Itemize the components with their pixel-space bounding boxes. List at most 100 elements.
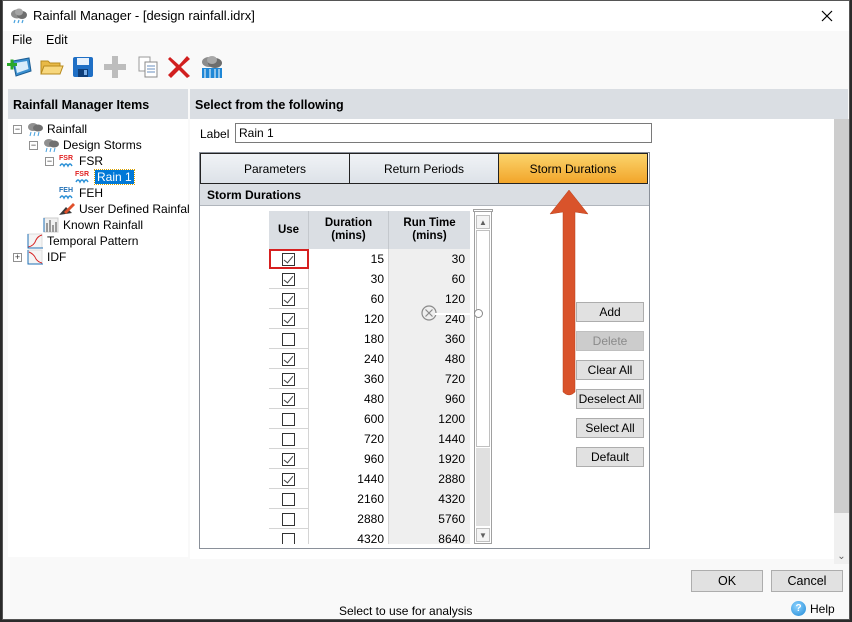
tree-node-idf[interactable]: + IDF [13, 249, 66, 265]
table-row[interactable]: 15 30 [269, 249, 470, 269]
table-row[interactable]: 600 1200 [269, 409, 470, 429]
tab-parameters[interactable]: Parameters [200, 153, 350, 184]
panel-scrollbar[interactable]: ⌄ [834, 119, 849, 564]
use-cell[interactable] [269, 249, 309, 269]
use-checkbox[interactable] [282, 272, 295, 286]
close-button[interactable] [807, 1, 847, 31]
use-checkbox[interactable] [282, 492, 295, 506]
table-row[interactable]: 30 60 [269, 269, 470, 289]
use-checkbox[interactable] [282, 472, 295, 486]
use-cell[interactable] [269, 449, 309, 469]
table-row[interactable]: 4320 8640 [269, 529, 470, 544]
table-row[interactable]: 1440 2880 [269, 469, 470, 489]
expand-icon[interactable]: + [13, 252, 22, 262]
add-button[interactable]: Add [576, 302, 644, 322]
scroll-down-button[interactable]: ▼ [476, 528, 490, 542]
collapse-icon[interactable]: − [13, 124, 22, 134]
use-cell[interactable] [269, 369, 309, 389]
table-row[interactable]: 720 1440 [269, 429, 470, 449]
table-row[interactable]: 60 120 [269, 289, 470, 309]
use-checkbox[interactable] [282, 372, 295, 386]
add-button[interactable] [101, 53, 129, 81]
column-header-duration[interactable]: Duration (mins) [309, 211, 389, 249]
tab-return-periods[interactable]: Return Periods [349, 153, 499, 184]
table-row[interactable]: 360 720 [269, 369, 470, 389]
use-cell[interactable] [269, 469, 309, 489]
save-button[interactable] [69, 53, 97, 81]
table-row[interactable]: 120 240 [269, 309, 470, 329]
column-header-run-time[interactable]: Run Time (mins) [389, 211, 470, 249]
duration-cell[interactable]: 2160 [309, 489, 389, 509]
tree-node-user-defined-rainfall[interactable]: User Defined Rainfall [58, 201, 192, 217]
tree-node-feh[interactable]: FEH FEH [58, 185, 103, 201]
use-cell[interactable] [269, 349, 309, 369]
use-cell[interactable] [269, 529, 309, 544]
use-checkbox[interactable] [282, 252, 295, 266]
delete-button[interactable] [165, 53, 193, 81]
use-cell[interactable] [269, 489, 309, 509]
rainfall-button[interactable] [198, 53, 226, 81]
tree-node-rain-1[interactable]: FSR Rain 1 [74, 169, 135, 185]
scroll-track[interactable] [476, 448, 490, 526]
tree-node-rainfall[interactable]: − Rainfall [13, 121, 87, 137]
ok-button[interactable]: OK [691, 570, 763, 592]
use-checkbox[interactable] [282, 412, 295, 426]
duration-cell[interactable]: 2880 [309, 509, 389, 529]
tree-node-known-rainfall[interactable]: Known Rainfall [42, 217, 143, 233]
duration-cell[interactable]: 15 [309, 249, 389, 269]
table-row[interactable]: 240 480 [269, 349, 470, 369]
duration-cell[interactable]: 360 [309, 369, 389, 389]
duration-cell[interactable]: 1440 [309, 469, 389, 489]
table-row[interactable]: 180 360 [269, 329, 470, 349]
use-cell[interactable] [269, 409, 309, 429]
duration-cell[interactable]: 180 [309, 329, 389, 349]
use-checkbox[interactable] [282, 292, 295, 306]
use-checkbox[interactable] [282, 512, 295, 526]
table-row[interactable]: 960 1920 [269, 449, 470, 469]
tree-node-design-storms[interactable]: − Design Storms [29, 137, 142, 153]
use-checkbox[interactable] [282, 332, 295, 346]
menu-file[interactable]: File [12, 33, 32, 47]
tree-node-fsr[interactable]: − FSR FSR [45, 153, 103, 169]
clear-all-button[interactable]: Clear All [576, 360, 644, 380]
table-row[interactable]: 2160 4320 [269, 489, 470, 509]
new-button[interactable] [5, 53, 33, 81]
scroll-up-button[interactable]: ▲ [476, 215, 490, 229]
use-cell[interactable] [269, 389, 309, 409]
deselect-all-button[interactable]: Deselect All [576, 389, 644, 409]
use-checkbox[interactable] [282, 392, 295, 406]
open-button[interactable] [38, 53, 66, 81]
copy-button[interactable] [134, 53, 162, 81]
cancel-button[interactable]: Cancel [771, 570, 843, 592]
duration-cell[interactable]: 480 [309, 389, 389, 409]
menu-edit[interactable]: Edit [46, 33, 68, 47]
label-input[interactable] [235, 123, 652, 143]
use-cell[interactable] [269, 289, 309, 309]
column-header-use[interactable]: Use [269, 211, 309, 249]
delete-row-button[interactable]: Delete [576, 331, 644, 351]
use-cell[interactable] [269, 329, 309, 349]
scroll-thumb[interactable] [476, 230, 490, 447]
help-link[interactable]: ? Help [791, 601, 835, 616]
duration-cell[interactable]: 600 [309, 409, 389, 429]
table-row[interactable]: 2880 5760 [269, 509, 470, 529]
duration-cell[interactable]: 240 [309, 349, 389, 369]
use-checkbox[interactable] [282, 312, 295, 326]
use-checkbox[interactable] [282, 452, 295, 466]
table-row[interactable]: 480 960 [269, 389, 470, 409]
use-cell[interactable] [269, 269, 309, 289]
tree-node-temporal-pattern[interactable]: Temporal Pattern [26, 233, 138, 249]
duration-cell[interactable]: 120 [309, 309, 389, 329]
panel-scroll-thumb[interactable] [834, 119, 849, 513]
collapse-icon[interactable]: − [45, 156, 54, 166]
tab-storm-durations[interactable]: Storm Durations [498, 153, 648, 184]
use-cell[interactable] [269, 509, 309, 529]
use-checkbox[interactable] [282, 352, 295, 366]
grid-scrollbar[interactable]: ▲ ▼ [473, 209, 493, 544]
duration-cell[interactable]: 720 [309, 429, 389, 449]
collapse-icon[interactable]: − [29, 140, 38, 150]
use-checkbox[interactable] [282, 532, 295, 544]
use-cell[interactable] [269, 429, 309, 449]
duration-cell[interactable]: 4320 [309, 529, 389, 544]
use-checkbox[interactable] [282, 432, 295, 446]
